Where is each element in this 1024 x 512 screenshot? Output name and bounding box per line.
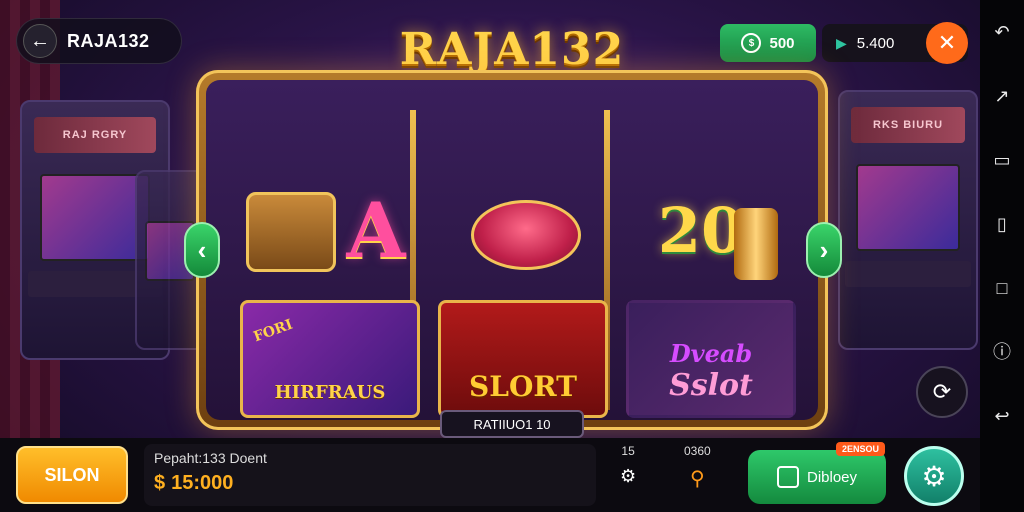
chevron-left-icon: ‹ [197,234,207,265]
square-icon[interactable]: □ [997,278,1008,298]
hirfraus-card: FORI HIRFRAUS [240,300,420,418]
share-icon[interactable]: ↗ [994,86,1009,106]
bet-amount: $ 15:000 [154,472,586,495]
reel-tag: RATIIUO1 10 [440,410,584,438]
dual-slot-card: Dveab Sslot [626,300,796,418]
coin-balance-chip[interactable]: $ 500 [720,24,816,62]
letter-a-symbol: A [346,185,406,275]
next-button[interactable]: › [806,222,842,278]
card-right-line1: Dveab [669,339,753,368]
card-mid-text: SLORT [469,370,577,403]
return-icon[interactable]: ↩ [994,406,1009,426]
slot-frame: A 20 FORI HIRFRAUS SLORT Dveab Sslot [196,70,828,430]
close-icon: ✕ [937,30,957,55]
play-icon: ▶ [836,34,847,51]
previous-button[interactable]: ‹ [184,222,220,278]
window-icon[interactable]: ▭ [993,150,1010,170]
info-icon[interactable]: ⓘ [993,342,1011,362]
chat-icon [776,466,799,488]
treasure-chest-symbol [246,192,336,272]
card-left-text: HIRFRAUS [274,382,386,403]
bet-info-panel: Pepaht:133 Doent $ 15:000 [144,444,596,506]
cabinet-panel [845,260,971,287]
gear-small-icon: ⚙ [620,466,637,486]
file-icon[interactable]: ▯ [997,214,1007,234]
coin-icon: $ [741,33,762,53]
search-icon: ⚲ [690,468,705,490]
undo-icon[interactable]: ↶ [994,22,1009,42]
refresh-button[interactable]: ⟳ [916,366,968,418]
balance-value: 5.400 [856,34,895,52]
cabinet-screen [39,173,151,261]
bet-amount-value: 15:000 [171,472,234,494]
chevron-right-icon: › [819,234,829,265]
dollar-icon: $ [154,472,166,494]
can-symbol [734,208,778,280]
close-button[interactable]: ✕ [926,22,968,64]
settings-button[interactable]: ⚙ [904,446,964,506]
dual-slot-text: Dveab Sslot [669,339,753,403]
stat-search[interactable]: 0360 ⚲ [684,444,711,491]
bonus-badge: 2ENSOU [836,442,886,456]
system-nav-strip: ↶ ↗ ▭ ▯ □ ⓘ ↩ [980,0,1024,512]
spin-button[interactable]: SILON [16,446,128,504]
bet-info-label: Pepaht:133 Doent [154,450,267,466]
play-button[interactable]: Dibloey [748,450,886,504]
refresh-icon: ⟳ [932,379,952,404]
disc-symbol [471,200,581,270]
coin-balance-value: 500 [769,34,795,52]
play-button-label: Dibloey [806,468,858,486]
cabinet-screen [856,163,960,251]
stat-search-value: 0360 [684,444,711,458]
slot-reels: A 20 FORI HIRFRAUS SLORT Dveab Sslot [206,80,818,420]
card-right-line2: Sslot [669,368,753,403]
stat-lines-value: 15 [621,444,635,458]
sort-card: SLORT [438,300,608,418]
stat-lines[interactable]: 15 ⚙ [620,444,636,487]
card-tag: FORI [251,316,295,346]
gear-icon: ⚙ [921,460,947,492]
